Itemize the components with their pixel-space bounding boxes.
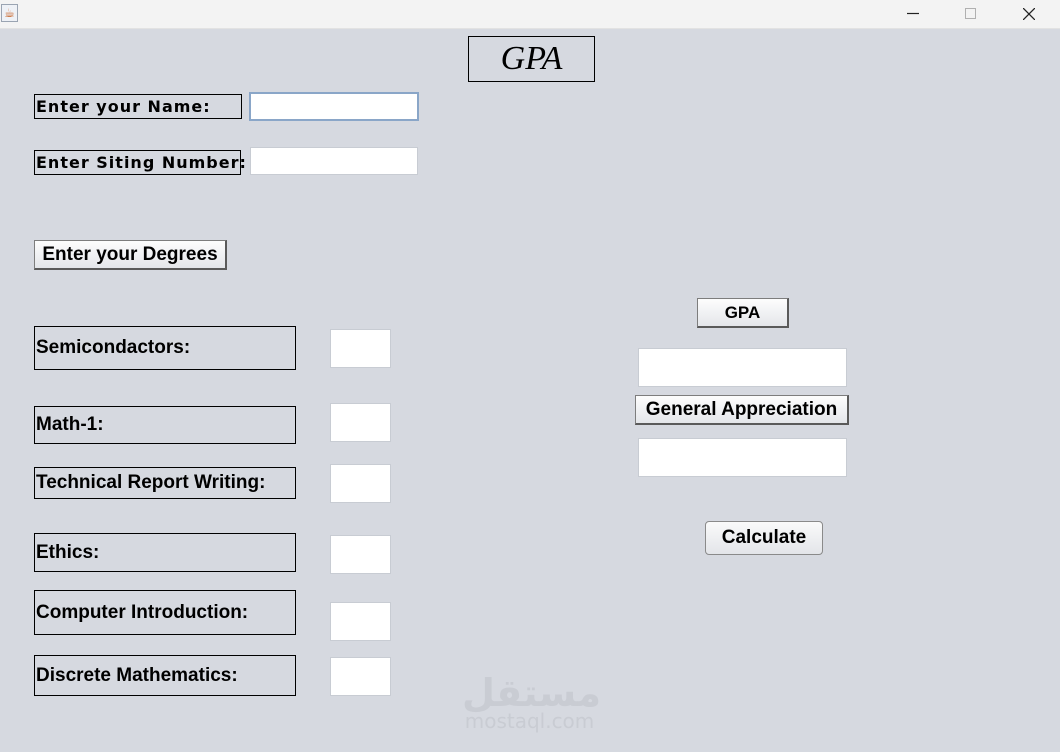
siting-number-input[interactable] (250, 147, 418, 175)
watermark: مستقل mostaql.com (462, 671, 601, 733)
enter-degrees-button[interactable]: Enter your Degrees (34, 240, 227, 270)
general-appreciation-button[interactable]: General Appreciation (635, 395, 849, 425)
course-label-semiconductors: Semicondactors: (34, 326, 296, 370)
title-bar: ☕ (0, 0, 1060, 29)
name-label: Enter your Name: (34, 94, 242, 119)
course-label-ethics: Ethics: (34, 533, 296, 572)
gpa-output-field[interactable] (638, 348, 847, 387)
course-input-discrete-mathematics[interactable] (330, 657, 391, 696)
maximize-icon (965, 8, 976, 19)
course-input-math-1[interactable] (330, 403, 391, 442)
course-input-semiconductors[interactable] (330, 329, 391, 368)
calculate-button[interactable]: Calculate (705, 521, 823, 555)
course-input-ethics[interactable] (330, 535, 391, 574)
maximize-button[interactable] (948, 0, 994, 29)
course-label-computer-introduction: Computer Introduction: (34, 590, 296, 635)
page-title: GPA (468, 36, 595, 82)
course-label-math-1: Math-1: (34, 406, 296, 444)
watermark-text: mostaql.com (464, 709, 595, 733)
course-label-technical-report-writing: Technical Report Writing: (34, 467, 296, 499)
general-appreciation-output-field[interactable] (638, 438, 847, 477)
course-input-technical-report-writing[interactable] (330, 464, 391, 503)
close-icon (1023, 8, 1035, 20)
minimize-icon (907, 12, 919, 15)
java-coffee-icon: ☕ (1, 4, 18, 22)
gpa-button[interactable]: GPA (697, 298, 789, 328)
watermark-logo: مستقل (462, 671, 601, 715)
minimize-button[interactable] (890, 0, 936, 29)
course-label-discrete-mathematics: Discrete Mathematics: (34, 655, 296, 696)
course-input-computer-introduction[interactable] (330, 602, 391, 641)
name-input[interactable] (249, 92, 419, 121)
siting-number-label: Enter Siting Number: (34, 150, 246, 175)
close-button[interactable] (1006, 0, 1052, 29)
